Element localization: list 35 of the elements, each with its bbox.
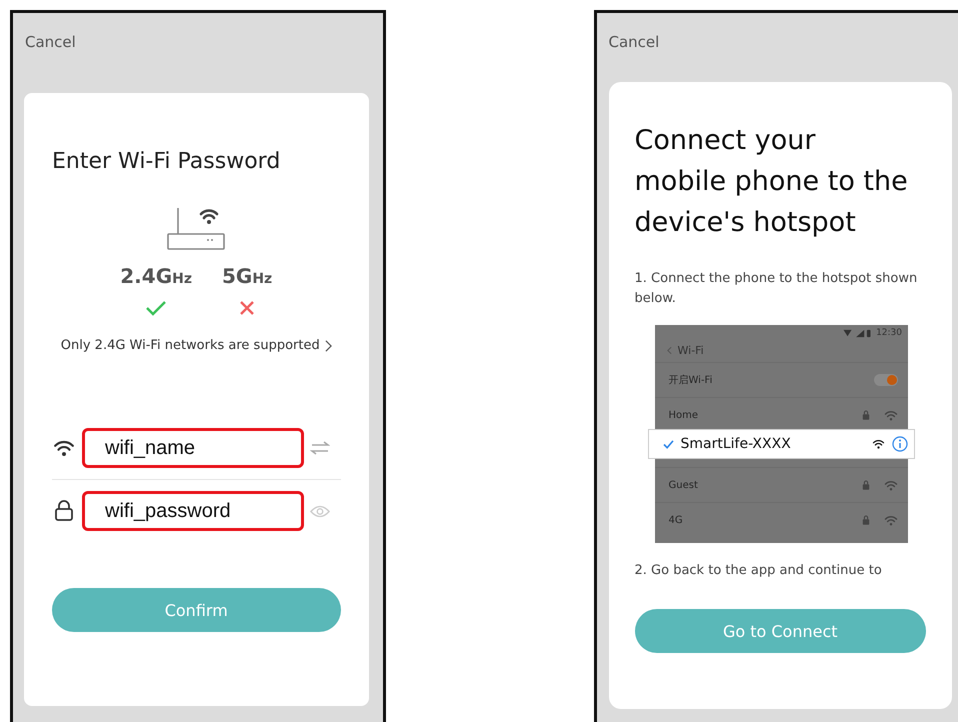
toggle-switch[interactable] bbox=[874, 374, 898, 386]
screen-title: Connect your mobile phone to the device's hotspot bbox=[634, 124, 909, 240]
setting-label: 开启Wi-Fi bbox=[668, 374, 712, 387]
status-time: 12:30 bbox=[876, 328, 902, 338]
lock-icon bbox=[52, 500, 76, 522]
wifi-icon bbox=[872, 439, 885, 449]
network-name[interactable]: Guest bbox=[668, 480, 698, 490]
info-icon bbox=[892, 436, 908, 452]
band-label: 5GHz bbox=[222, 264, 272, 288]
wifi-icon bbox=[884, 480, 898, 490]
lock-icon bbox=[862, 410, 870, 420]
cancel-link[interactable]: Cancel bbox=[596, 13, 660, 61]
network-popup[interactable]: SmartLife-XXXX bbox=[648, 429, 915, 459]
wifi-icon bbox=[52, 439, 76, 457]
cancel-link[interactable]: Cancel bbox=[13, 13, 76, 61]
screen-header: Wi-Fi bbox=[678, 344, 704, 356]
instruction-text: 2. Go back to the app and continue to bbox=[634, 562, 883, 580]
wifi-icon bbox=[884, 410, 898, 420]
wifi-icon bbox=[884, 514, 898, 526]
input-field[interactable]: wifi_password bbox=[82, 491, 304, 531]
lock-icon bbox=[862, 480, 870, 490]
chevron-right-icon[interactable] bbox=[324, 340, 332, 352]
network-name: SmartLife-XXXX bbox=[680, 436, 792, 452]
eye-icon[interactable] bbox=[310, 504, 330, 518]
screen-title: Enter Wi-Fi Password bbox=[52, 149, 280, 174]
back-icon bbox=[666, 346, 672, 354]
band-label: 2.4GHz bbox=[120, 264, 192, 288]
instruction-text: 1. Connect the phone to the hotspot shown below. bbox=[634, 270, 918, 308]
network-name[interactable]: Home bbox=[668, 410, 698, 420]
support-note[interactable]: Only 2.4G Wi-Fi networks are supported bbox=[60, 338, 320, 353]
input-field[interactable]: wifi_name bbox=[82, 428, 304, 468]
status-icons bbox=[842, 328, 872, 338]
lock-icon bbox=[862, 515, 870, 525]
network-name[interactable]: 4G bbox=[668, 514, 683, 526]
swap-icon[interactable] bbox=[310, 441, 330, 455]
